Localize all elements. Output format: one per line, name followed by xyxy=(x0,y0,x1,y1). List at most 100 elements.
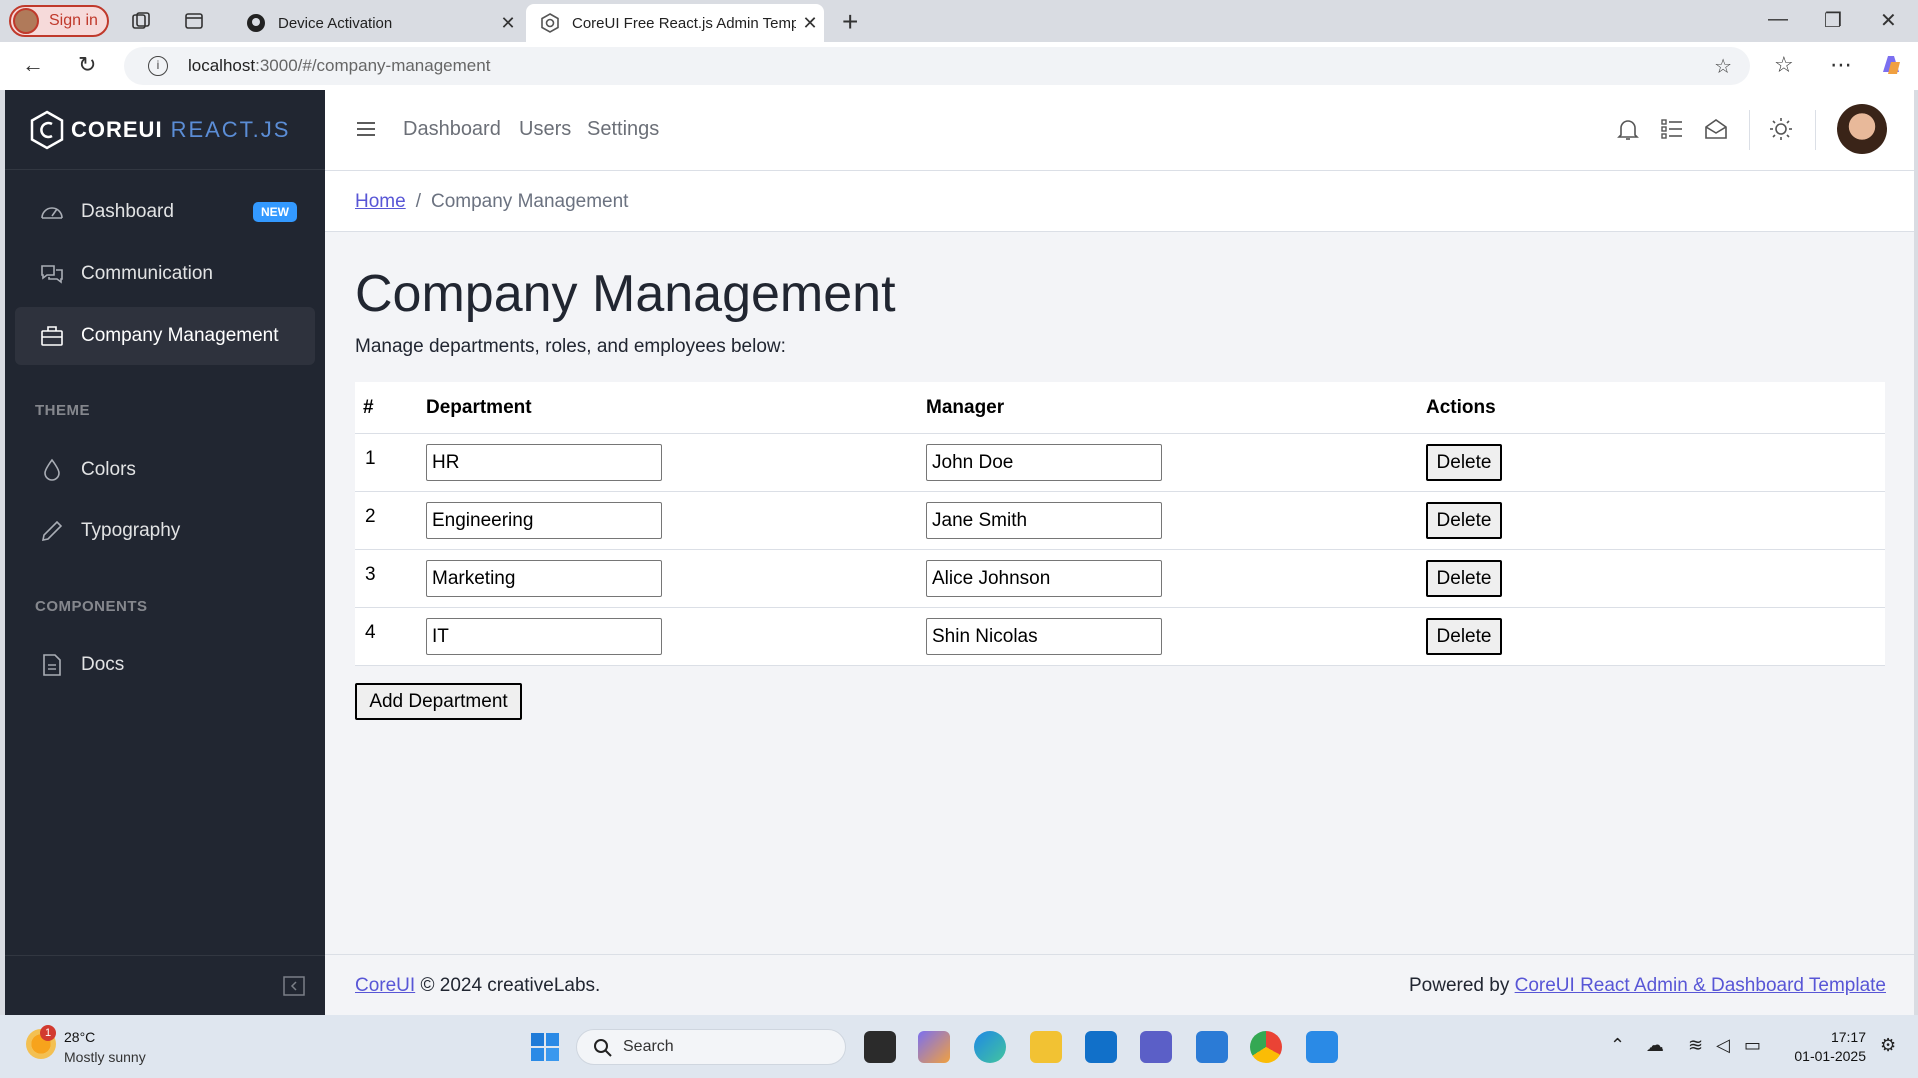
search-icon xyxy=(594,1039,612,1057)
breadcrumb-home-link[interactable]: Home xyxy=(355,191,406,212)
sign-in-label: Sign in xyxy=(49,12,98,29)
manager-input[interactable] xyxy=(926,618,1162,655)
minimize-icon[interactable]: — xyxy=(1768,8,1788,31)
brand-core: COREUI xyxy=(71,116,163,142)
browser-tab-bar: Sign in Device Activation ✕ CoreUI Free … xyxy=(0,0,1918,42)
tray-chevron-icon[interactable]: ⌃ xyxy=(1610,1035,1625,1056)
bell-icon[interactable] xyxy=(1615,116,1641,142)
restore-icon[interactable]: ❐ xyxy=(1824,8,1842,33)
chrome-icon[interactable] xyxy=(1250,1031,1282,1063)
departments-table: # Department Manager Actions 1 Delete 2 … xyxy=(355,382,1885,666)
search-label: Search xyxy=(623,1038,674,1055)
taskbar-clock[interactable]: 17:17 01-01-2025 xyxy=(1794,1028,1866,1066)
menu-toggle-icon[interactable] xyxy=(355,118,377,140)
speedometer-icon xyxy=(41,207,63,219)
header-link-users[interactable]: Users xyxy=(519,118,571,141)
more-menu-icon[interactable]: ⋯ xyxy=(1830,52,1852,78)
edge-icon[interactable] xyxy=(974,1031,1006,1063)
department-input[interactable] xyxy=(426,560,662,597)
column-header-actions: Actions xyxy=(1426,397,1496,418)
department-input[interactable] xyxy=(426,444,662,481)
sidebar-item-company-management[interactable]: Company Management xyxy=(15,307,315,365)
tab-actions-icon[interactable] xyxy=(183,10,205,32)
site-info-icon[interactable]: i xyxy=(148,56,168,76)
address-bar[interactable]: i localhost:3000/#/company-management ☆ xyxy=(124,47,1750,85)
list-icon[interactable] xyxy=(1659,116,1685,142)
window-close-icon[interactable]: ✕ xyxy=(1880,8,1897,33)
sidebar-brand[interactable]: COREUI REACT.JS xyxy=(5,90,325,170)
department-input[interactable] xyxy=(426,618,662,655)
back-icon[interactable]: ← xyxy=(22,52,44,78)
wifi-icon[interactable]: ≋ xyxy=(1688,1035,1703,1056)
copilot-icon[interactable] xyxy=(1878,52,1904,78)
teams-icon[interactable] xyxy=(1140,1031,1172,1063)
app-header: Dashboard Users Settings xyxy=(325,90,1914,171)
sidebar-toggler[interactable] xyxy=(5,955,325,1015)
favorite-star-icon[interactable]: ☆ xyxy=(1714,54,1732,79)
header-link-dashboard[interactable]: Dashboard xyxy=(403,118,501,141)
header-link-settings[interactable]: Settings xyxy=(587,118,659,141)
envelope-open-icon[interactable] xyxy=(1703,116,1729,142)
file-explorer-icon[interactable] xyxy=(1030,1031,1062,1063)
notifications-icon[interactable]: ⚙ xyxy=(1880,1035,1896,1056)
footer-coreui-link[interactable]: CoreUI xyxy=(355,975,415,996)
sidebar-item-communication[interactable]: Communication xyxy=(15,245,315,303)
manager-input[interactable] xyxy=(926,444,1162,481)
footer-copyright: © 2024 creativeLabs. xyxy=(420,975,601,996)
delete-button[interactable]: Delete xyxy=(1426,618,1502,655)
sidebar-item-typography[interactable]: Typography xyxy=(15,502,315,560)
manager-input[interactable] xyxy=(926,502,1162,539)
reload-icon[interactable]: ↻ xyxy=(78,52,96,78)
favorites-icon[interactable]: ☆ xyxy=(1774,52,1794,78)
sidebar-item-label: Dashboard xyxy=(81,201,174,222)
nav-title-theme: THEME xyxy=(35,402,90,419)
app-footer: CoreUI © 2024 creativeLabs. Powered by C… xyxy=(325,954,1914,1015)
coreui-favicon-icon xyxy=(541,13,559,33)
sidebar-item-dashboard[interactable]: Dashboard NEW xyxy=(15,183,315,241)
sun-icon[interactable] xyxy=(1768,116,1794,142)
add-department-button[interactable]: Add Department xyxy=(355,683,522,720)
tab-coreui[interactable]: CoreUI Free React.js Admin Templ ✕ xyxy=(526,4,824,42)
coreui-logo-icon xyxy=(30,110,64,149)
column-header-manager: Manager xyxy=(926,397,1005,418)
user-avatar[interactable] xyxy=(1837,104,1887,154)
battery-icon[interactable]: ▭ xyxy=(1744,1035,1761,1056)
footer-right: Powered by CoreUI React Admin & Dashboar… xyxy=(1409,975,1886,997)
department-input[interactable] xyxy=(426,502,662,539)
manager-input[interactable] xyxy=(926,560,1162,597)
sidebar-item-label: Typography xyxy=(81,520,181,541)
sidebar-item-label: Colors xyxy=(81,459,136,480)
workspaces-icon[interactable] xyxy=(130,10,152,32)
volume-icon[interactable]: ◁ xyxy=(1716,1035,1730,1056)
taskbar-search[interactable]: Search xyxy=(576,1029,846,1065)
close-tab-icon[interactable]: ✕ xyxy=(494,13,522,34)
delete-button[interactable]: Delete xyxy=(1426,502,1502,539)
footer-powered-by: Powered by xyxy=(1408,975,1510,996)
sidebar-item-docs[interactable]: Docs xyxy=(15,636,315,694)
profile-avatar-icon xyxy=(13,8,39,34)
footer-template-link[interactable]: CoreUI React Admin & Dashboard Template xyxy=(1515,975,1886,996)
sidebar-item-colors[interactable]: Colors xyxy=(15,441,315,499)
close-tab-icon[interactable]: ✕ xyxy=(796,13,824,34)
new-tab-icon[interactable]: + xyxy=(842,6,858,38)
tab-title: Device Activation xyxy=(278,14,393,32)
vscode-icon[interactable] xyxy=(1306,1031,1338,1063)
windows-start-icon[interactable] xyxy=(530,1032,560,1062)
onedrive-icon[interactable]: ☁ xyxy=(1646,1035,1664,1056)
document-icon xyxy=(43,654,61,676)
new-badge: NEW xyxy=(253,202,297,222)
sidebar-item-label: Communication xyxy=(81,263,213,284)
store-icon[interactable] xyxy=(1196,1031,1228,1063)
delete-button[interactable]: Delete xyxy=(1426,444,1502,481)
row-number: 4 xyxy=(365,622,376,643)
delete-button[interactable]: Delete xyxy=(1426,560,1502,597)
collapse-sidebar-icon xyxy=(283,976,305,996)
profile-sign-in-button[interactable]: Sign in xyxy=(9,5,109,37)
column-header-department: Department xyxy=(426,397,532,418)
tab-device-activation[interactable]: Device Activation ✕ xyxy=(232,4,522,42)
outlook-icon[interactable] xyxy=(1085,1031,1117,1063)
task-view-icon[interactable] xyxy=(864,1031,896,1063)
copilot-app-icon[interactable] xyxy=(918,1031,950,1063)
header-divider xyxy=(1815,110,1816,150)
table-row: 1 Delete xyxy=(355,434,1885,492)
